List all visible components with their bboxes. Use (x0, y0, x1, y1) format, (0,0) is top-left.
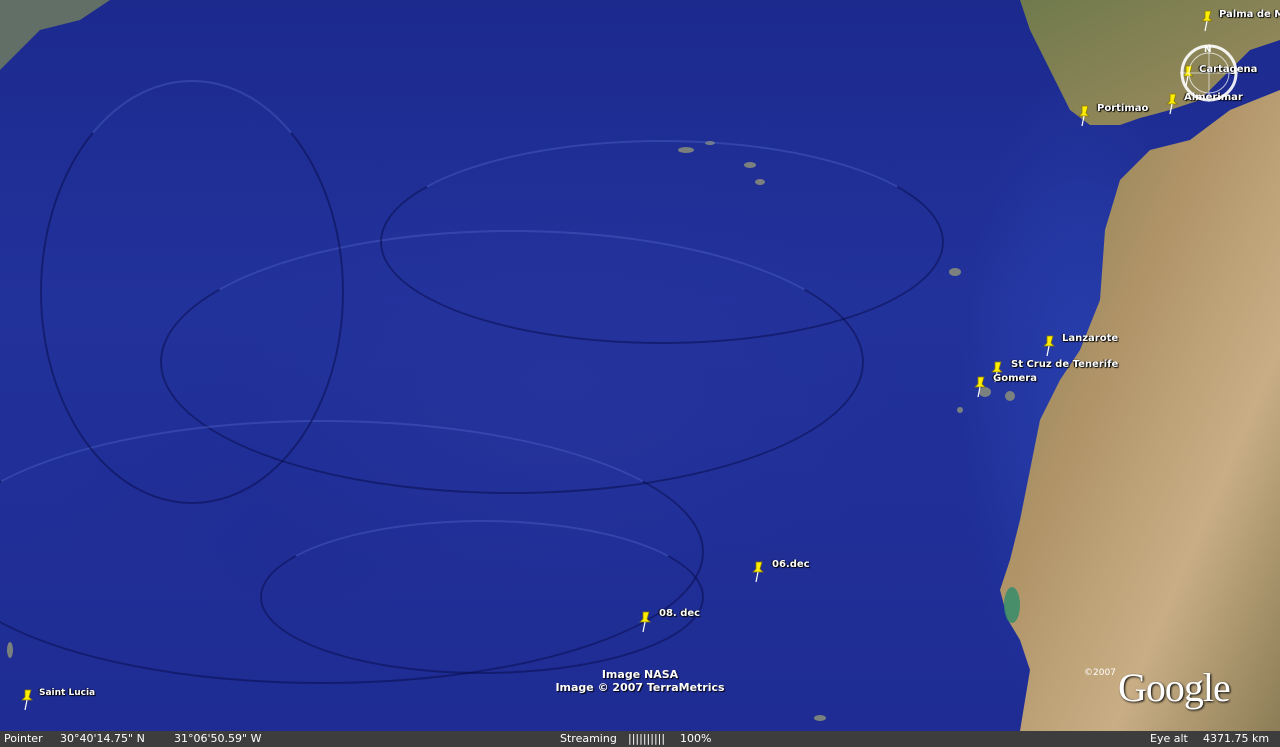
placemark-label-palma[interactable]: Palma de Ma (1219, 9, 1280, 20)
google-logo: Google (1118, 665, 1231, 710)
placemark-label-tenerife[interactable]: St Cruz de Tenerife (1011, 359, 1118, 370)
pointer-longitude: 31°06'50.59" W (174, 732, 262, 745)
google-copyright: ©2007 (1084, 668, 1116, 678)
pointer-label: Pointer (4, 732, 43, 745)
pushpin-icon[interactable] (751, 560, 765, 584)
pushpin-icon[interactable] (1077, 104, 1091, 128)
status-bar: Pointer 30°40'14.75" N 31°06'50.59" W St… (0, 731, 1280, 747)
eye-alt-value: 4371.75 km (1203, 732, 1270, 745)
pushpin-icon[interactable] (973, 375, 987, 399)
attribution-line-1: Image NASA (601, 668, 679, 681)
placemark-label-dec06[interactable]: 06.dec (772, 559, 810, 570)
placemark-label-saintlucia[interactable]: Saint Lucia (39, 688, 95, 698)
imagery-attribution: Image NASA Image © 2007 TerraMetrics (540, 668, 740, 694)
north-landmass (0, 0, 110, 70)
placemark-label-lanzarote[interactable]: Lanzarote (1062, 333, 1118, 344)
pointer-latitude: 30°40'14.75" N (60, 732, 145, 745)
eye-alt-label: Eye alt (1150, 732, 1188, 745)
streaming-percent: 100% (680, 732, 712, 745)
map-view[interactable]: Palma de Ma Cartagena Almerimar Portimao… (0, 0, 1280, 747)
streaming-progress-bar: |||||||||| (628, 732, 666, 745)
pushpin-icon[interactable] (1200, 9, 1214, 33)
placemark-label-portimao[interactable]: Portimao (1097, 103, 1148, 114)
placemark-label-dec08[interactable]: 08. dec (659, 608, 700, 619)
placemark-label-gomera[interactable]: Gomera (993, 373, 1037, 384)
streaming-label: Streaming (560, 732, 617, 745)
compass-icon[interactable]: N (1178, 42, 1240, 104)
attribution-line-2: Image © 2007 TerraMetrics (555, 681, 725, 694)
compass-north-label: N (1204, 45, 1212, 55)
pushpin-icon[interactable] (20, 688, 34, 712)
pushpin-icon[interactable] (1042, 334, 1056, 358)
pushpin-icon[interactable] (1165, 92, 1179, 116)
pushpin-icon[interactable] (638, 610, 652, 634)
